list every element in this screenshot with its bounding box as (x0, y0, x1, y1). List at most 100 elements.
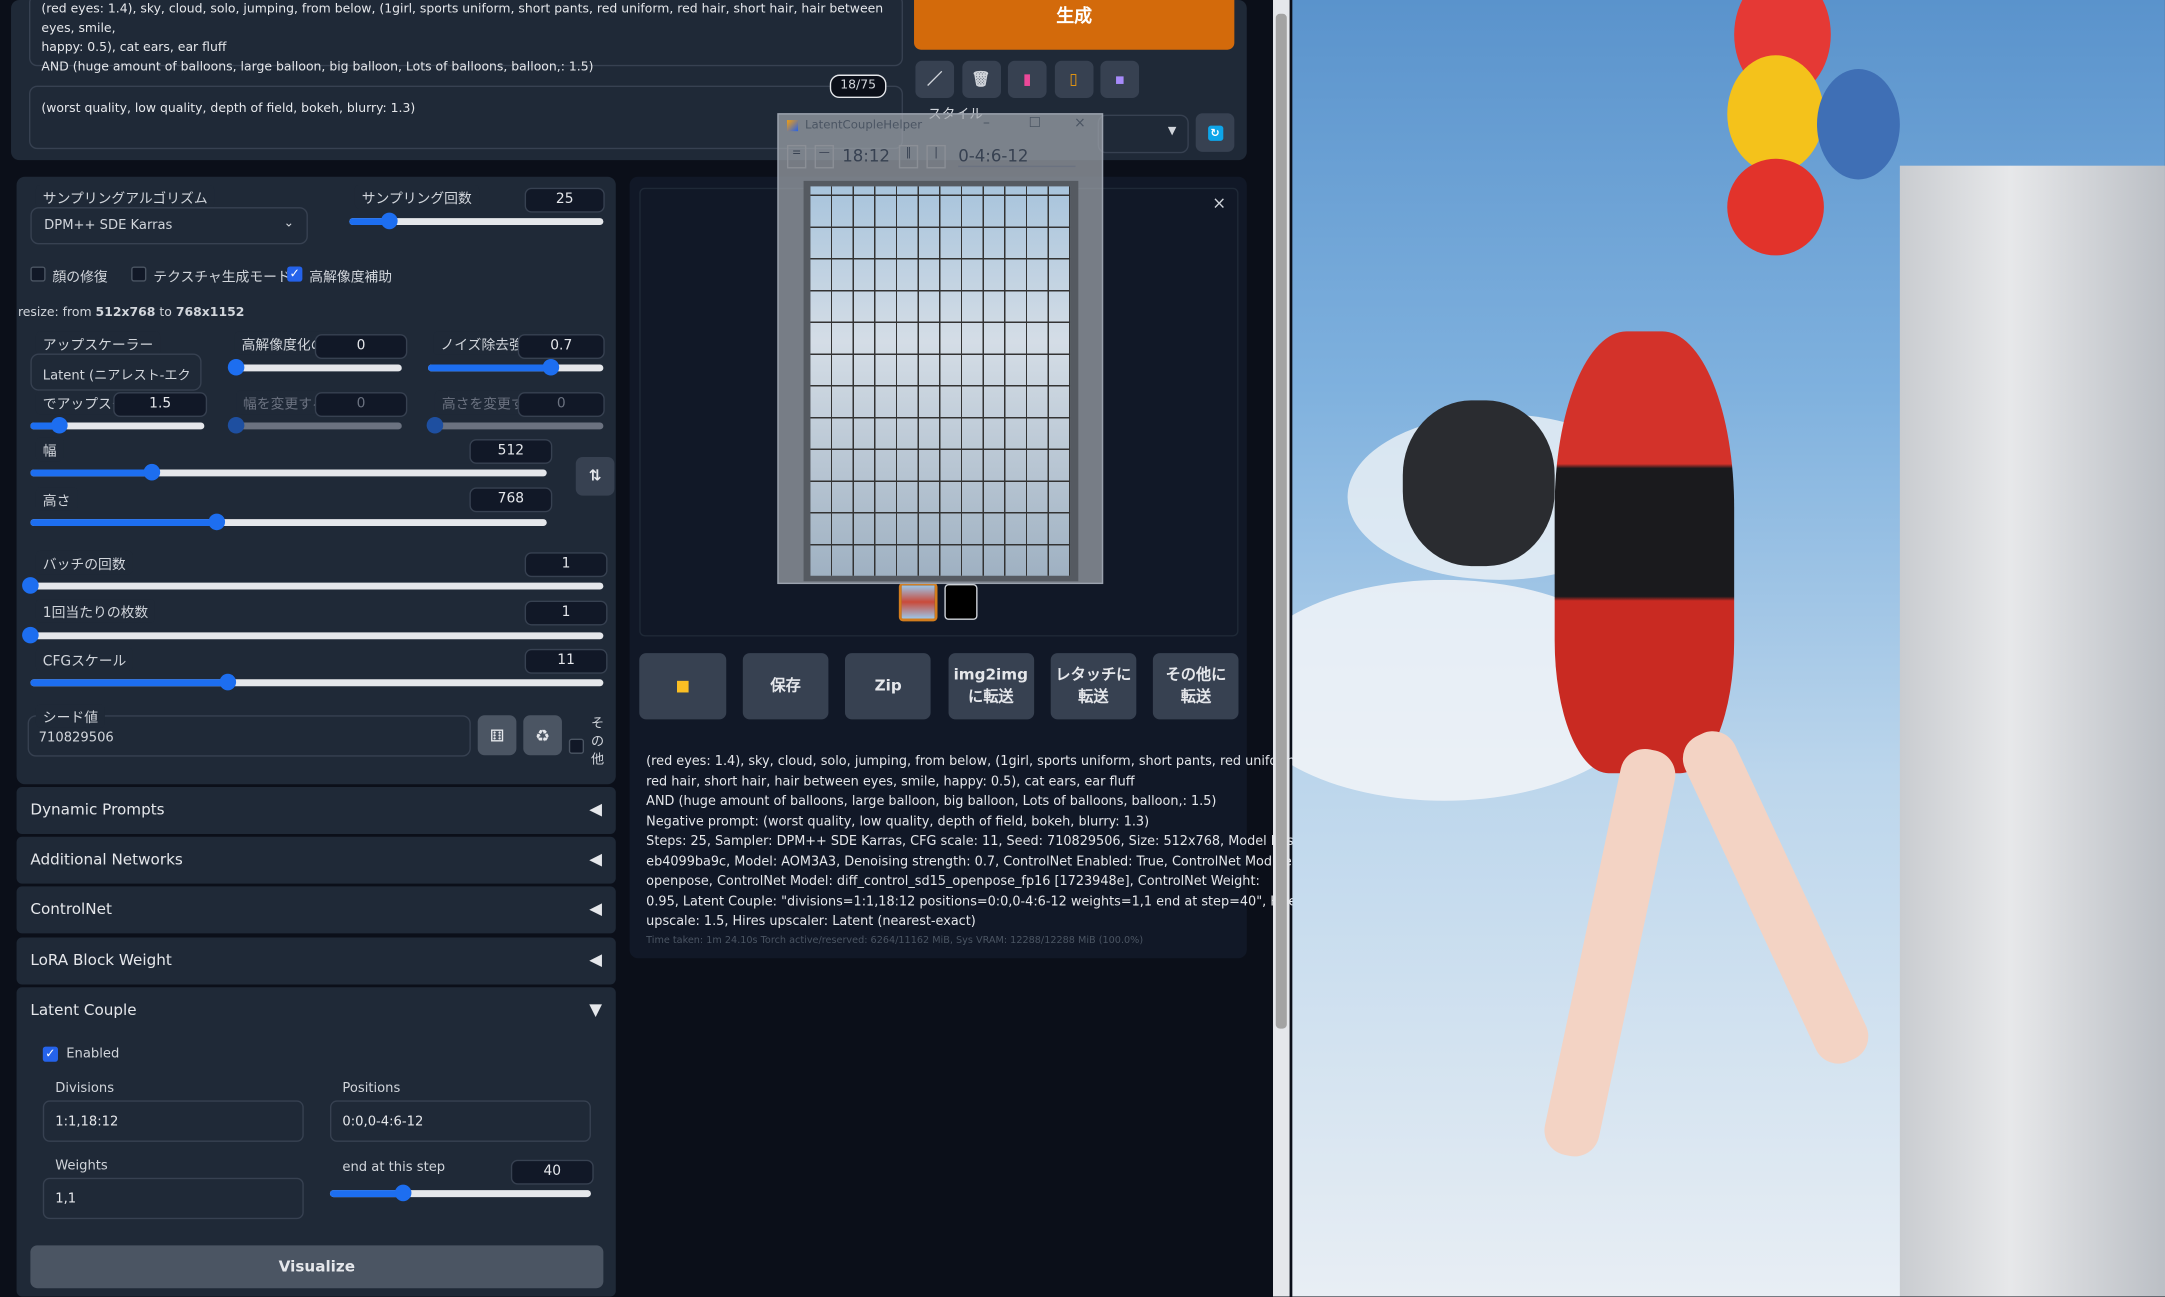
generated-image-preview (1292, 0, 2165, 1297)
clipboard-button[interactable]: ▯ (1054, 60, 1093, 99)
double-bar-button[interactable]: ‖ (898, 144, 919, 169)
steps-slider[interactable] (349, 212, 604, 230)
app-icon (786, 120, 799, 132)
pencil-button[interactable]: ／ (915, 60, 955, 99)
division-value[interactable]: 18:12 (842, 146, 890, 165)
horizontal-split-button[interactable]: — (814, 144, 834, 169)
slider-knob[interactable] (426, 416, 444, 434)
cfg-input[interactable]: 11 (524, 648, 608, 674)
weights-input[interactable]: 1,1 (42, 1177, 304, 1220)
accordion-additional-networks[interactable]: Additional Networks ◀ (16, 836, 616, 884)
equal-button[interactable]: = (786, 144, 807, 169)
extra-seed-checkbox[interactable] (568, 738, 585, 754)
slider-knob[interactable] (227, 358, 245, 376)
output-button[interactable]: 保存 (742, 653, 829, 720)
prompt-line: happy: 0.5), cat ears, ear fluff (41, 41, 227, 56)
resize-width-slider[interactable] (227, 416, 402, 434)
info-line: upscale: 1.5, Hires upscaler: Latent (ne… (646, 914, 976, 930)
pink-card-button[interactable]: ▮ (1007, 60, 1047, 99)
slider-knob[interactable] (227, 416, 245, 434)
resize-from: 512x768 (95, 306, 156, 321)
checkbox[interactable]: ✓ (287, 266, 303, 282)
height-input[interactable]: 768 (469, 487, 553, 513)
info-line: openpose, ControlNet Model: diff_control… (646, 873, 1260, 890)
resize-height-slider[interactable] (426, 416, 604, 434)
slider-knob[interactable] (207, 513, 225, 531)
output-button[interactable]: Zip (845, 653, 932, 720)
cfg-slider[interactable] (30, 673, 604, 691)
height-slider[interactable] (30, 513, 547, 531)
latent-couple-enabled-checkbox[interactable]: ✓ (42, 1046, 58, 1062)
divisions-label: Divisions (55, 1081, 115, 1097)
maximize-button[interactable]: ☐ (1029, 116, 1041, 131)
open-folder-button[interactable]: ■ (639, 653, 727, 720)
divisions-input[interactable]: 1:1,18:12 (42, 1100, 304, 1142)
triangle-down-icon[interactable]: ▼ (589, 1000, 602, 1019)
scrollbar-thumb[interactable] (1275, 13, 1287, 1029)
hires-steps-slider[interactable] (227, 358, 402, 376)
checkbox[interactable] (131, 266, 147, 282)
upscale-by-input[interactable]: 1.5 (113, 392, 208, 417)
latent-couple-title[interactable]: Latent Couple (30, 1001, 136, 1019)
position-value[interactable]: 0-4:6-12 (958, 146, 1076, 168)
slider-knob[interactable] (542, 358, 560, 376)
batch-count-slider[interactable] (22, 577, 604, 594)
style-dropdown[interactable]: ▼ (1097, 114, 1189, 154)
trash-button[interactable]: 🗑 (961, 60, 1001, 99)
reuse-seed-button[interactable]: ♻ (523, 715, 562, 756)
checkbox-label: テクスチャ生成モード (153, 270, 291, 286)
info-line: (red eyes: 1.4), sky, cloud, solo, jumpi… (646, 753, 1299, 770)
slider-knob[interactable] (394, 1184, 412, 1202)
resize-height-input[interactable]: 0 (517, 392, 605, 417)
slider-knob[interactable] (22, 626, 39, 644)
refresh-styles-button[interactable]: ↻ (1195, 113, 1235, 152)
thumbnail-openpose[interactable] (944, 584, 978, 620)
end-step-slider[interactable] (329, 1184, 591, 1202)
thumbnail-generated[interactable] (898, 582, 938, 622)
positive-prompt-textarea[interactable]: (red eyes: 1.4), sky, cloud, solo, jumpi… (28, 0, 903, 75)
page-scrollbar[interactable] (1273, 0, 1290, 1297)
resize-width-input[interactable]: 0 (314, 392, 408, 417)
positions-input[interactable]: 0:0,0-4:6-12 (329, 1100, 591, 1142)
batch-count-input[interactable]: 1 (524, 552, 608, 578)
sampler-value: DPM++ SDE Karras (44, 218, 173, 234)
batch-size-slider[interactable] (22, 626, 604, 644)
visualize-button[interactable]: Visualize (30, 1245, 604, 1289)
width-slider[interactable] (30, 463, 547, 481)
denoise-input[interactable]: 0.7 (517, 334, 605, 359)
width-input[interactable]: 512 (469, 439, 553, 464)
info-line: eb4099ba9c, Model: AOM3A3, Denoising str… (646, 853, 1296, 870)
output-button[interactable]: img2img に転送 (947, 653, 1034, 720)
accordion-controlnet[interactable]: ControlNet ◀ (16, 886, 616, 934)
slider-knob[interactable] (143, 463, 160, 481)
output-button[interactable]: レタッチに 転送 (1050, 653, 1137, 720)
steps-input[interactable]: 25 (524, 187, 605, 213)
random-seed-button[interactable]: ⚅ (477, 715, 517, 756)
swap-dimensions-button[interactable]: ⇅ (575, 457, 615, 496)
upscaler-dropdown[interactable]: Latent (ニアレスト-エク (30, 353, 202, 391)
denoise-slider[interactable] (428, 358, 604, 376)
save-button[interactable]: ▪ (1100, 60, 1140, 99)
preview-image-grid (810, 186, 1071, 576)
upscale-by-slider[interactable] (30, 416, 205, 434)
generate-button[interactable]: 生成 (914, 0, 1235, 50)
vertical-split-button[interactable]: | (926, 144, 946, 169)
accordion-dynamic-prompts[interactable]: Dynamic Prompts ◀ (16, 786, 616, 834)
resize-to-word: to (155, 306, 176, 321)
slider-knob[interactable] (22, 577, 39, 594)
checkbox-label: 顔の修復 (52, 270, 108, 286)
checkbox[interactable] (30, 266, 46, 282)
hires-steps-input[interactable]: 0 (314, 334, 408, 359)
end-step-input[interactable]: 40 (510, 1159, 594, 1185)
output-button[interactable]: その他に 転送 (1153, 653, 1239, 720)
resize-to: 768x1152 (175, 306, 245, 321)
negative-prompt-textarea[interactable]: (worst quality, low quality, depth of fi… (28, 85, 903, 150)
accordion-lora-block-weight[interactable]: LoRA Block Weight ◀ (16, 936, 616, 984)
batch-size-input[interactable]: 1 (524, 600, 608, 626)
window-title: LatentCoupleHelper (804, 118, 923, 133)
close-window-button[interactable]: × (1074, 116, 1086, 131)
close-gallery-icon[interactable]: × (1212, 193, 1226, 212)
minimize-button[interactable]: – (983, 116, 990, 131)
sampler-dropdown[interactable]: DPM++ SDE Karras ⌄ (30, 207, 308, 245)
batch-size-label: 1回当たりの枚数 (35, 599, 156, 623)
